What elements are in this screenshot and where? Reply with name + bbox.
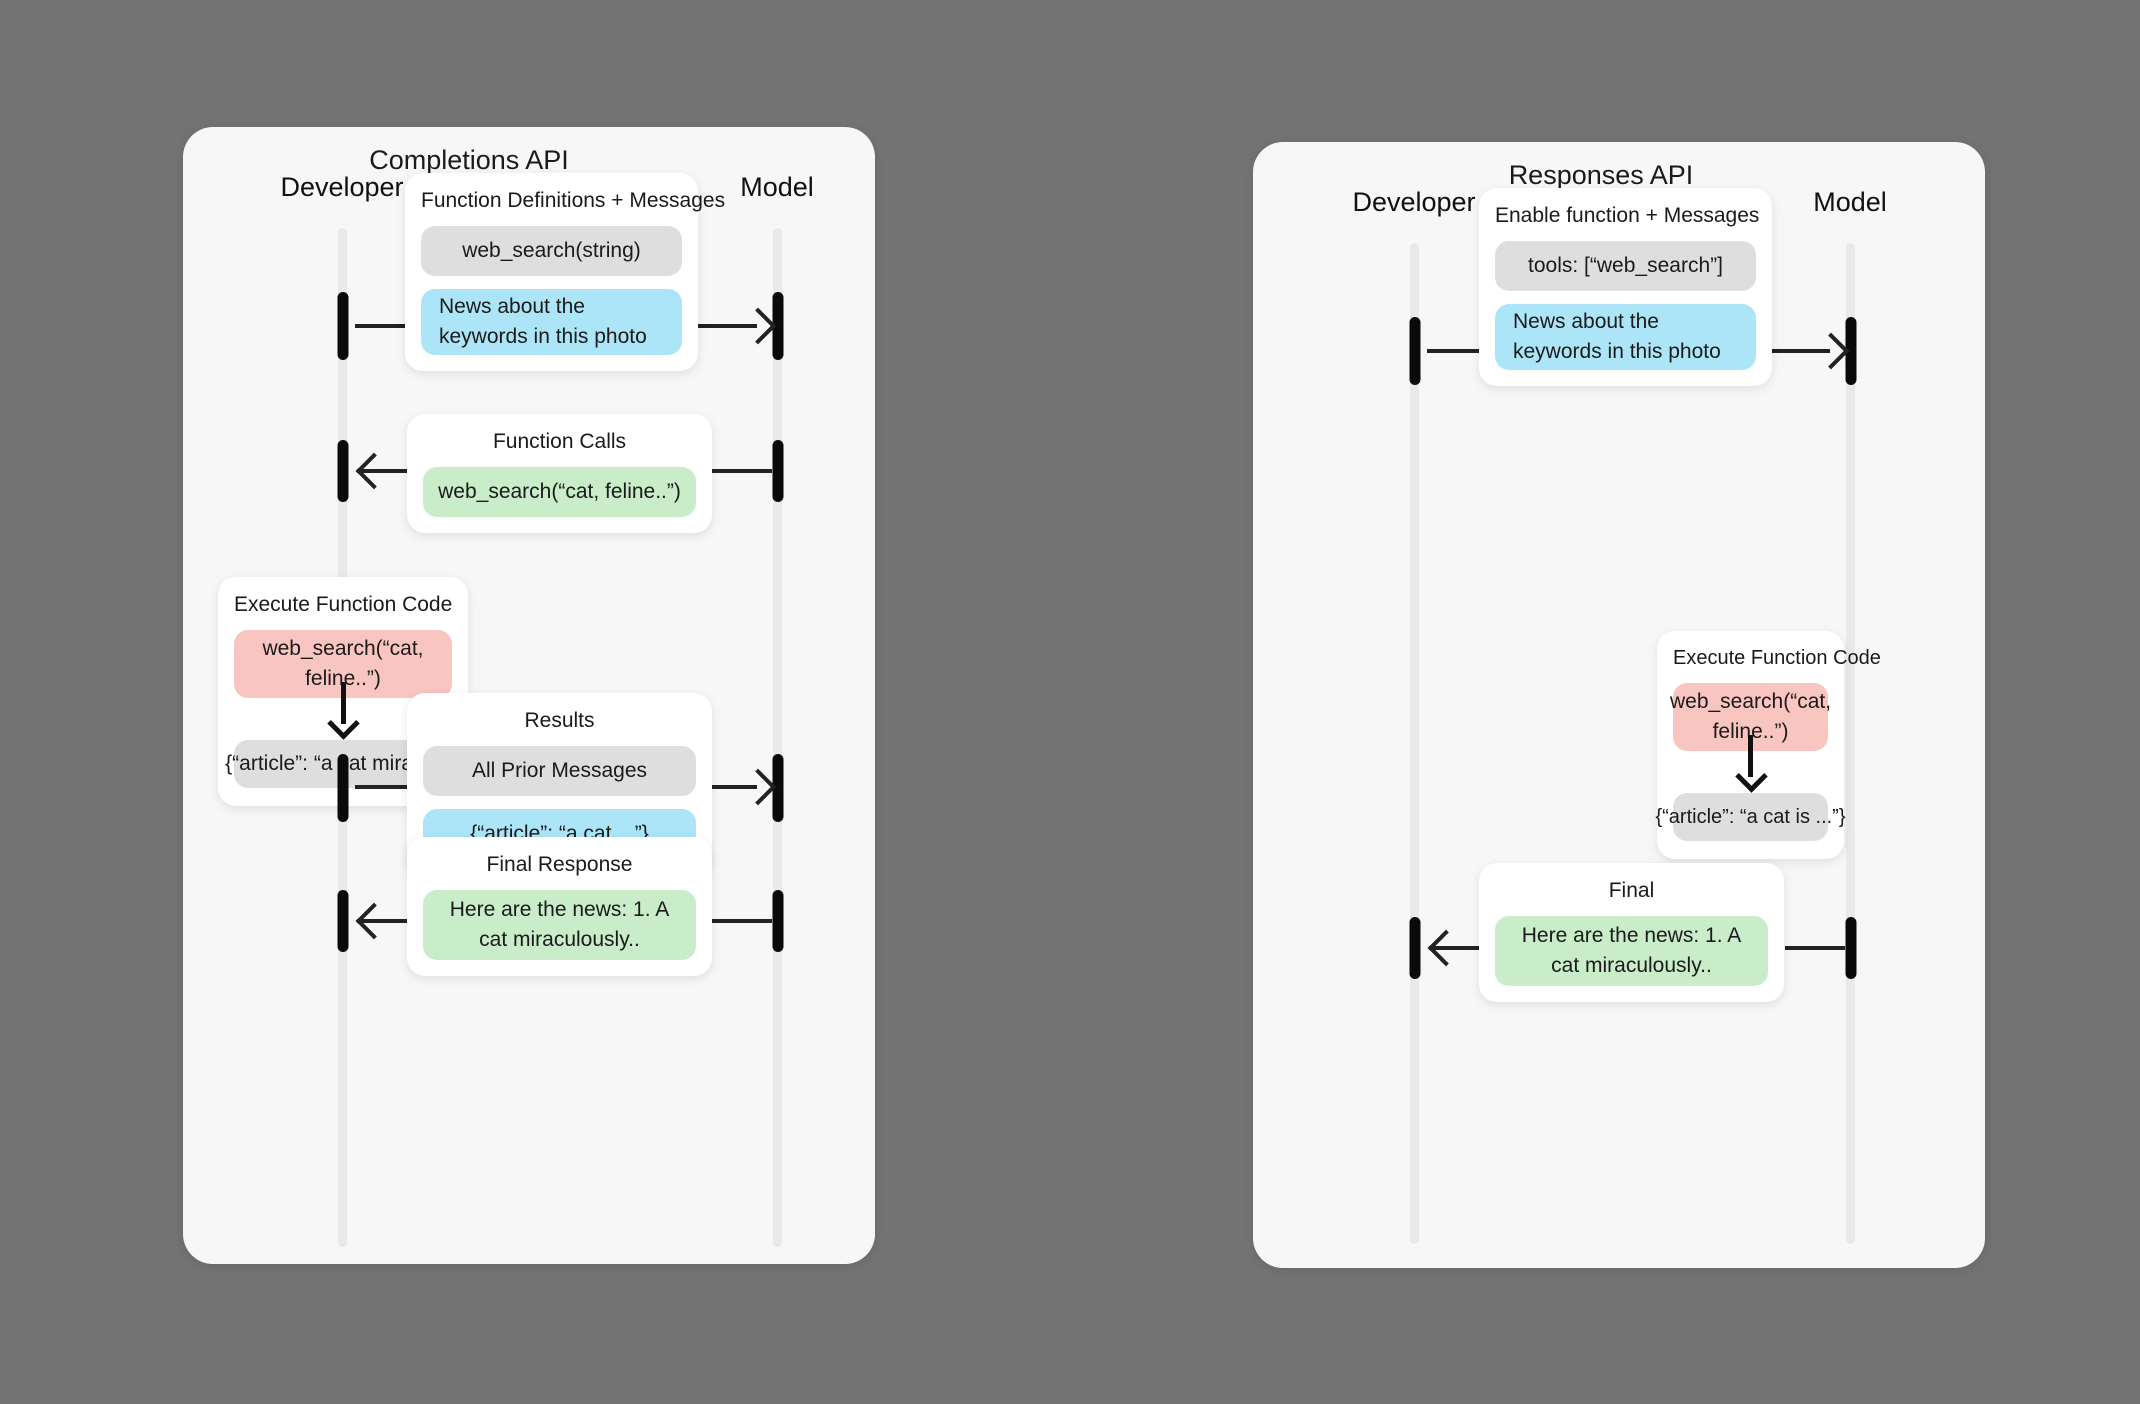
chip-final-text: Here are the news: 1. A cat miraculously… xyxy=(1495,916,1768,987)
down-arrow-icon-responses xyxy=(1673,735,1828,793)
chip-tools-web-search: tools: [“web_search”] xyxy=(1495,241,1756,292)
card-title-function-definitions: Function Definitions + Messages xyxy=(421,189,726,212)
activation-bar-developer-step4 xyxy=(337,754,349,822)
chip-execute-result-responses: {“article”: “a cat is ...”} xyxy=(1655,793,1846,841)
chip-user-message-news: News about the keywords in this photo xyxy=(421,289,682,356)
card-title-results: Results xyxy=(524,709,595,732)
card-final: Final Here are the news: 1. A cat miracu… xyxy=(1479,863,1784,1003)
card-title-final-response: Final Response xyxy=(486,853,633,876)
actor-label-model-completions: Model xyxy=(740,172,814,202)
connector-line-step1-left xyxy=(355,324,407,328)
activation-bar-developer-step1 xyxy=(337,292,349,360)
chip-web-search-signature: web_search(string) xyxy=(421,226,682,277)
chip-final-response-text: Here are the news: 1. A cat miraculously… xyxy=(423,890,696,961)
arrow-head-right-step1 xyxy=(739,307,777,345)
arrow-head-right-step4 xyxy=(739,768,777,806)
chip-function-call-web-search: web_search(“cat, feline..”) xyxy=(423,467,696,518)
lifeline-model-completions xyxy=(773,228,782,1247)
chip-user-message-news-responses: News about the keywords in this photo xyxy=(1495,304,1756,371)
connector-line-step5-right xyxy=(712,919,772,923)
connector-line-step2-right xyxy=(712,469,772,473)
card-title-final: Final xyxy=(1608,879,1655,902)
card-final-response: Final Response Here are the news: 1. A c… xyxy=(407,837,712,977)
connector-line-resp-step3-right xyxy=(1785,946,1845,950)
connector-line-resp-step1-left xyxy=(1427,349,1479,353)
lifeline-model-responses xyxy=(1846,243,1855,1244)
panel-title-responses: Responses API xyxy=(1508,160,1694,190)
activation-bar-model-step5 xyxy=(772,890,784,952)
connector-line-step4-left xyxy=(355,785,407,789)
card-title-execute-function-code-responses: Execute Function Code xyxy=(1673,647,1881,669)
actor-label-developer-responses: Developer xyxy=(1352,187,1476,217)
card-title-execute-function-code-completions: Execute Function Code xyxy=(234,593,453,616)
card-enable-function: Enable function + Messages tools: [“web_… xyxy=(1479,188,1772,387)
actor-label-developer-completions: Developer xyxy=(280,172,404,202)
card-function-definitions: Function Definitions + Messages web_sear… xyxy=(405,173,726,372)
card-title-function-calls: Function Calls xyxy=(492,430,627,453)
card-execute-function-code-responses: Execute Function Code web_search(“cat, f… xyxy=(1655,631,1881,859)
card-function-calls: Function Calls web_search(“cat, feline..… xyxy=(407,414,712,534)
activation-bar-developer-step5 xyxy=(337,890,349,952)
card-title-enable-function: Enable function + Messages xyxy=(1495,204,1760,227)
activation-bar-model-resp-step3 xyxy=(1845,917,1857,979)
arrow-head-left-step2 xyxy=(355,452,393,490)
lifeline-developer-responses xyxy=(1410,243,1419,1244)
activation-bar-developer-resp-step3 xyxy=(1409,917,1421,979)
activation-bar-model-step2 xyxy=(772,440,784,502)
arrow-head-right-resp-step1 xyxy=(1812,332,1850,370)
arrow-head-left-resp-step3 xyxy=(1427,929,1465,967)
panel-completions-api: Completions API Developer Model Function… xyxy=(183,127,875,1264)
chip-all-prior-messages: All Prior Messages xyxy=(423,746,696,797)
activation-bar-developer-resp-step1 xyxy=(1409,317,1421,385)
actor-label-model-responses: Model xyxy=(1813,187,1887,217)
arrow-head-left-step5 xyxy=(355,902,393,940)
panel-responses-api: Responses API Developer Model Enable fun… xyxy=(1253,142,1985,1268)
activation-bar-developer-step2 xyxy=(337,440,349,502)
